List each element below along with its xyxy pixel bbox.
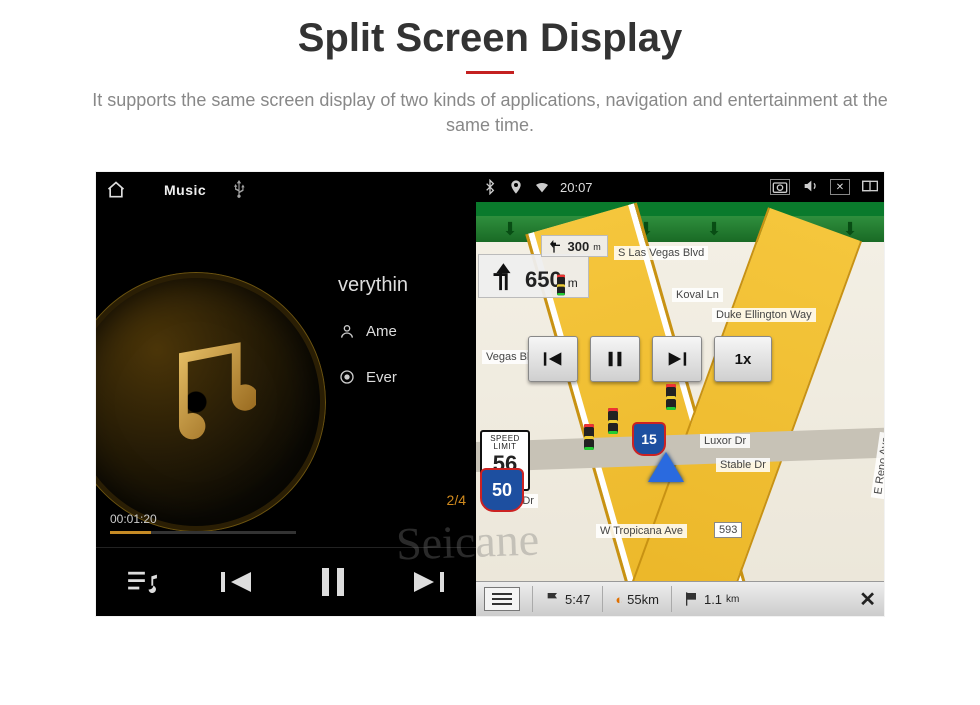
camera-icon[interactable] xyxy=(770,179,790,195)
map-canvas[interactable]: S Las Vegas Blvd Koval Ln Duke Ellington… xyxy=(476,242,884,582)
bluetooth-icon xyxy=(482,179,498,195)
album-icon xyxy=(338,369,356,385)
distance-value-1: 55km xyxy=(627,592,659,607)
system-status-bar: 20:07 ✕ xyxy=(476,172,884,202)
home-icon[interactable] xyxy=(106,180,126,200)
traffic-light-icon xyxy=(557,275,565,296)
warning-icon: ◐ xyxy=(615,592,623,607)
playlist-button[interactable] xyxy=(128,569,158,595)
interstate-shield: 15 xyxy=(632,422,666,456)
traffic-light-icon xyxy=(608,408,618,434)
music-app-title: Music xyxy=(164,182,206,198)
traffic-light-icon xyxy=(666,384,676,410)
music-panel: Music xyxy=(96,172,476,616)
turn-instruction: 650 m 300 m xyxy=(478,254,589,298)
street-label: S Las Vegas Blvd xyxy=(614,246,708,260)
device-frame: Music xyxy=(96,172,884,616)
vehicle-cursor xyxy=(648,452,684,482)
next-turn-instruction: 300 m xyxy=(541,235,608,257)
split-screen-icon[interactable] xyxy=(862,178,878,197)
pause-button[interactable] xyxy=(319,566,347,598)
location-icon xyxy=(508,179,524,195)
album-name: Ever xyxy=(366,369,397,386)
turn-distance-unit: m xyxy=(568,276,578,290)
progress-area[interactable]: 00:01:20 xyxy=(110,510,296,528)
volume-icon[interactable] xyxy=(802,178,818,197)
flag-icon xyxy=(684,591,700,607)
title-underline xyxy=(466,71,514,74)
artist-name: Ame xyxy=(366,323,397,340)
nav-top-strip xyxy=(476,202,884,216)
interstate-shield: 50 xyxy=(480,468,524,512)
track-counter: 2/4 xyxy=(447,492,466,508)
nav-bottom-bar: 5:47 ◐ 55km 1.1 km ✕ xyxy=(476,581,884,616)
album-disc xyxy=(96,272,326,532)
remaining-chip[interactable]: 1.1 km xyxy=(684,591,739,607)
lane-arrow-icon: ⬇ xyxy=(502,220,517,238)
elapsed-time: 00:01:20 xyxy=(110,512,157,526)
screen-off-icon[interactable]: ✕ xyxy=(830,179,850,195)
artist-icon xyxy=(338,323,356,339)
distance-chip[interactable]: ◐ 55km xyxy=(615,592,659,607)
distance-value-2: 1.1 xyxy=(704,592,722,607)
close-button[interactable]: ✕ xyxy=(859,587,876,612)
route-shield: 593 xyxy=(714,522,742,538)
progress-bar[interactable] xyxy=(110,531,296,534)
map-next-button[interactable] xyxy=(652,336,702,382)
flag-icon xyxy=(545,591,561,607)
clock: 20:07 xyxy=(560,180,593,195)
map-pause-button[interactable] xyxy=(590,336,640,382)
song-title: verythin xyxy=(338,274,408,297)
map-prev-button[interactable] xyxy=(528,336,578,382)
wifi-icon xyxy=(534,179,550,195)
traffic-light-icon xyxy=(584,424,594,450)
navigation-panel: 20:07 ✕ ⬇ ⬇ xyxy=(476,172,884,616)
menu-button[interactable] xyxy=(484,587,520,611)
street-label: Stable Dr xyxy=(716,458,770,472)
distance-unit-2: km xyxy=(726,594,739,605)
next-track-button[interactable] xyxy=(410,568,444,596)
page-title: Split Screen Display xyxy=(0,16,980,61)
playback-speed-button[interactable]: 1x xyxy=(714,336,772,382)
street-label: Koval Ln xyxy=(672,288,723,302)
street-label: Duke Ellington Way xyxy=(712,308,816,322)
map-media-controls: 1x xyxy=(528,336,772,382)
street-label: W Tropicana Ave xyxy=(596,524,687,538)
eta-value: 5:47 xyxy=(565,592,590,607)
lane-arrow-icon: ⬇ xyxy=(706,220,721,238)
eta-chip[interactable]: 5:47 xyxy=(545,591,590,607)
next-turn-unit: m xyxy=(593,242,601,252)
prev-track-button[interactable] xyxy=(221,568,255,596)
street-label: Luxor Dr xyxy=(700,434,750,448)
usb-icon xyxy=(232,180,246,201)
next-turn-value: 300 xyxy=(568,239,590,254)
turn-left-icon xyxy=(548,238,564,254)
turn-left-icon xyxy=(485,259,519,293)
page-subtitle: It supports the same screen display of t… xyxy=(75,88,905,138)
